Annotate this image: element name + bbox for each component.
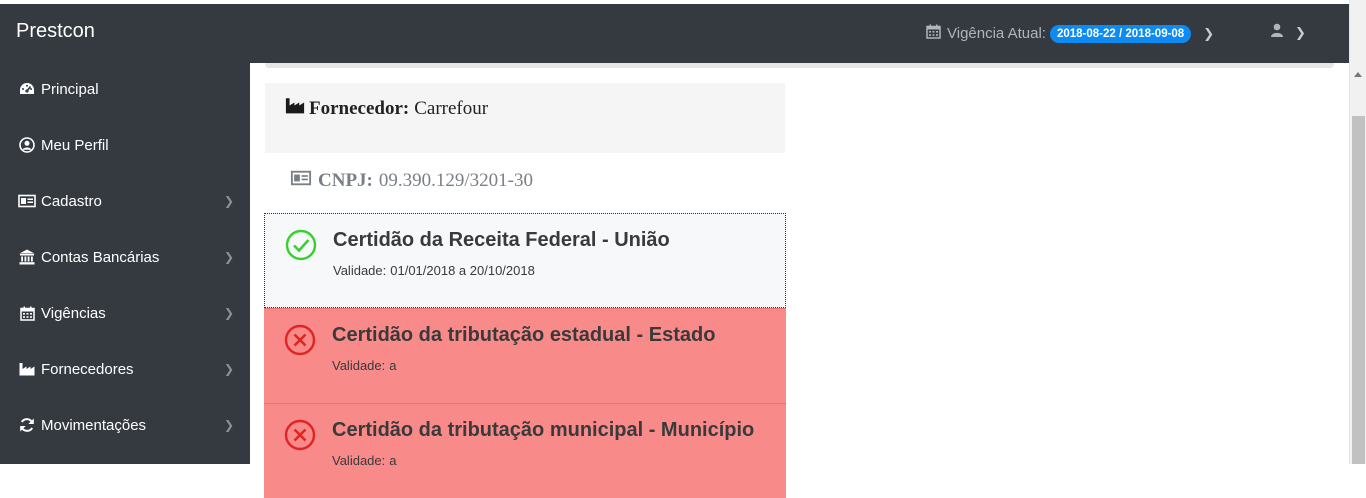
cnpj-label: CNPJ: [318, 170, 373, 191]
chevron-right-icon: ❯ [223, 306, 234, 320]
chevron-right-icon: ❯ [1295, 24, 1306, 40]
fornecedor-card: Fornecedor: Carrefour [265, 83, 785, 153]
chevron-right-icon: ❯ [1203, 25, 1215, 41]
certidao-item-estadual[interactable]: Certidão da tributação estadual - Estado… [264, 308, 786, 403]
vigencia-label: Vigência Atual: [947, 25, 1046, 42]
industry-icon [285, 97, 305, 120]
certidao-validade: Validade: 01/01/2018 a 20/10/2018 [333, 263, 535, 278]
top-navbar: Prestcon Vigência Atual: 2018-08-22 / 20… [0, 0, 1366, 63]
certidao-title: Certidão da tributação municipal - Munic… [332, 419, 755, 441]
sidebar-item-vigencias[interactable]: Vigências ❯ [0, 289, 250, 337]
certidao-validade: Validade: a [332, 453, 396, 468]
sidebar-item-label: Meu Perfil [41, 136, 109, 154]
calendar-icon [18, 305, 36, 321]
user-menu[interactable]: ❯ [1271, 23, 1306, 42]
vertical-scrollbar[interactable] [1349, 0, 1366, 464]
sidebar-item-label: Fornecedores [41, 360, 134, 378]
validade-label: Validade: [333, 263, 387, 278]
scrollbar-thumb[interactable] [1352, 116, 1365, 464]
sidebar-item-cadastro[interactable]: Cadastro ❯ [0, 177, 250, 225]
close-circle-icon [284, 324, 316, 356]
certidao-item-municipal[interactable]: Certidão da tributação municipal - Munic… [264, 403, 786, 498]
check-circle-icon [285, 229, 317, 261]
sidebar-item-meu-perfil[interactable]: Meu Perfil [0, 121, 250, 169]
fornecedor-label: Fornecedor: [309, 97, 410, 119]
chevron-right-icon: ❯ [223, 362, 234, 376]
user-icon [1271, 23, 1283, 42]
chevron-right-icon: ❯ [223, 250, 234, 264]
sync-icon [18, 417, 36, 433]
sidebar-item-movimentacoes[interactable]: Movimentações ❯ [0, 401, 250, 449]
validade-label: Validade: [332, 453, 386, 468]
brand-logo[interactable]: Prestcon [16, 20, 95, 43]
bank-icon [18, 249, 36, 265]
sidebar-item-label: Principal [41, 80, 99, 98]
fornecedor-value: Carrefour [414, 97, 489, 119]
calendar-icon [926, 24, 941, 43]
certidao-item-receita-federal[interactable]: Certidão da Receita Federal - União Vali… [264, 213, 786, 308]
close-circle-icon [284, 419, 316, 451]
chevron-right-icon: ❯ [223, 194, 234, 208]
cnpj-line: CNPJ: 09.390.129/3201-30 [290, 170, 533, 192]
sidebar-item-label: Contas Bancárias [41, 248, 160, 266]
dashboard-icon [18, 81, 36, 97]
validade-value: 01/01/2018 a 20/10/2018 [390, 263, 535, 278]
user-circle-icon [18, 137, 36, 153]
validade-label: Validade: [332, 358, 386, 373]
sidebar-item-principal[interactable]: Principal [0, 65, 250, 113]
certidao-validade: Validade: a [332, 358, 396, 373]
certidao-title: Certidão da Receita Federal - União [333, 229, 670, 251]
sidebar-item-label: Vigências [41, 304, 106, 322]
cnpj-value: 09.390.129/3201-30 [378, 170, 533, 191]
sidebar-item-fornecedores[interactable]: Fornecedores ❯ [0, 345, 250, 393]
sidebar-item-label: Cadastro [41, 192, 102, 210]
validade-value: a [389, 358, 397, 373]
id-card-icon [18, 193, 36, 209]
sidebar: Principal Meu Perfil Cadastro ❯ Contas B… [0, 63, 250, 464]
validade-value: a [389, 453, 397, 468]
vigencia-menu[interactable]: Vigência Atual: 2018-08-22 / 2018-09-08 … [926, 24, 1214, 43]
industry-icon [18, 361, 36, 377]
vigencia-badge: 2018-08-22 / 2018-09-08 [1049, 24, 1192, 43]
sidebar-item-label: Movimentações [41, 416, 147, 434]
sidebar-item-contas-bancarias[interactable]: Contas Bancárias ❯ [0, 233, 250, 281]
scroll-up-arrow-icon[interactable] [1354, 72, 1362, 77]
main-content: Fornecedor: Carrefour CNPJ: 09.390.129/3… [250, 63, 1349, 498]
card-bottom-edge [265, 63, 1334, 68]
chevron-right-icon: ❯ [223, 418, 234, 432]
fornecedor-heading: Fornecedor: Carrefour [285, 97, 488, 120]
certidao-title: Certidão da tributação estadual - Estado [332, 324, 716, 346]
id-card-icon [290, 170, 312, 192]
